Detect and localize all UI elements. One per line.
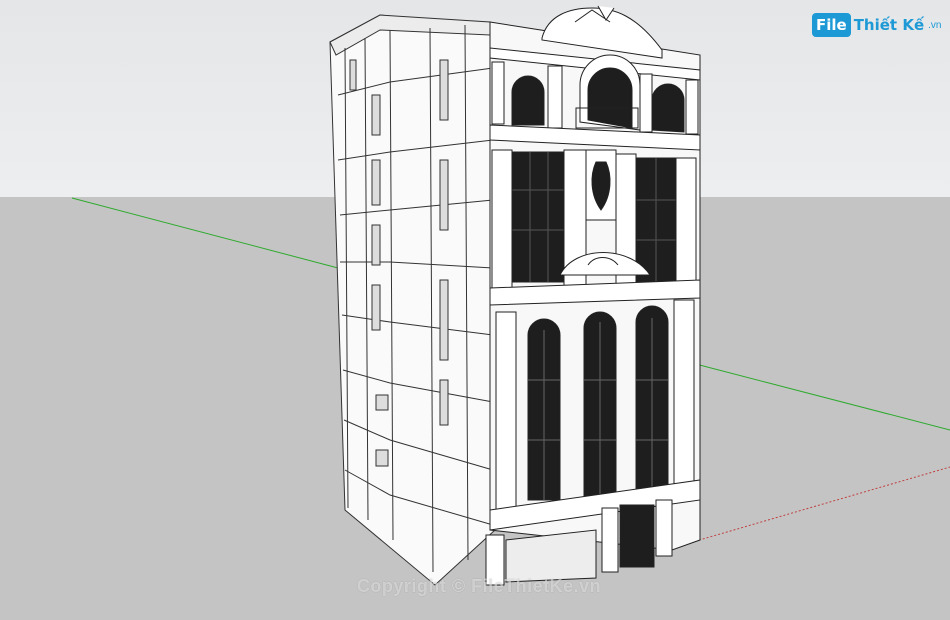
arched-window-top-left <box>511 75 545 126</box>
copyright-watermark: Copyright © FileThietKe.vn <box>356 576 602 596</box>
logo-text: Thiết Kế <box>853 16 925 34</box>
arched-window-top-right <box>651 83 685 133</box>
green-axis-line <box>71 197 339 269</box>
green-axis-line-right <box>687 361 950 431</box>
front-facade <box>485 5 701 586</box>
building-model[interactable] <box>0 0 950 620</box>
glass-curtain-left <box>511 151 565 283</box>
modeling-viewport[interactable]: File Thiết Kế .vn Copyright © FileThietK… <box>0 0 950 620</box>
logo-tld: .vn <box>928 19 942 31</box>
entrance-door <box>619 504 655 568</box>
side-facade <box>329 14 496 586</box>
garage-opening <box>505 529 597 583</box>
logo-badge: File <box>812 13 851 37</box>
red-axis-line <box>671 466 950 549</box>
filethietke-logo: File Thiết Kế .vn <box>812 11 941 39</box>
